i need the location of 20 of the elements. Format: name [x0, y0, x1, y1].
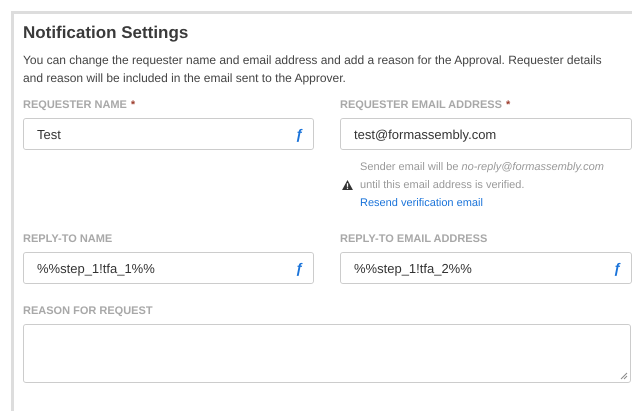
required-mark: *	[130, 99, 136, 113]
resize-handle-icon[interactable]	[620, 372, 628, 380]
formula-icon[interactable]: ƒ	[613, 260, 621, 276]
formula-icon[interactable]: ƒ	[295, 126, 303, 142]
text-field[interactable]: test@formassembly.com	[340, 118, 632, 150]
text-field[interactable]: Test ƒ	[23, 118, 314, 150]
text-field[interactable]: %%step_1!tfa_2%% ƒ	[340, 252, 632, 284]
section-title: Notification Settings	[23, 23, 190, 43]
warning-icon	[342, 180, 353, 190]
field-label: REPLY-TO EMAIL ADDRESS	[340, 233, 488, 247]
field-label: REASON FOR REQUEST	[23, 305, 153, 319]
formula-icon[interactable]: ƒ	[295, 260, 303, 276]
field-label: REQUESTER EMAIL ADDRESS	[340, 99, 502, 113]
note-text: Sender email will be no-reply@formassembly.com until this email address is verified. Resend verification email	[360, 160, 605, 211]
field-label: REQUESTER NAME	[23, 99, 127, 113]
field-label: REPLY-TO NAME	[23, 233, 112, 247]
required-mark: *	[506, 99, 510, 113]
description-text: You can change the requester name and email address and add a reason for the Approval. Requester details and reason will be included in the email sent to the Approver.	[23, 52, 603, 87]
text-field[interactable]: %%step_1!tfa_1%% ƒ	[23, 252, 314, 284]
resend-link[interactable]: Resend verification email	[360, 197, 483, 209]
